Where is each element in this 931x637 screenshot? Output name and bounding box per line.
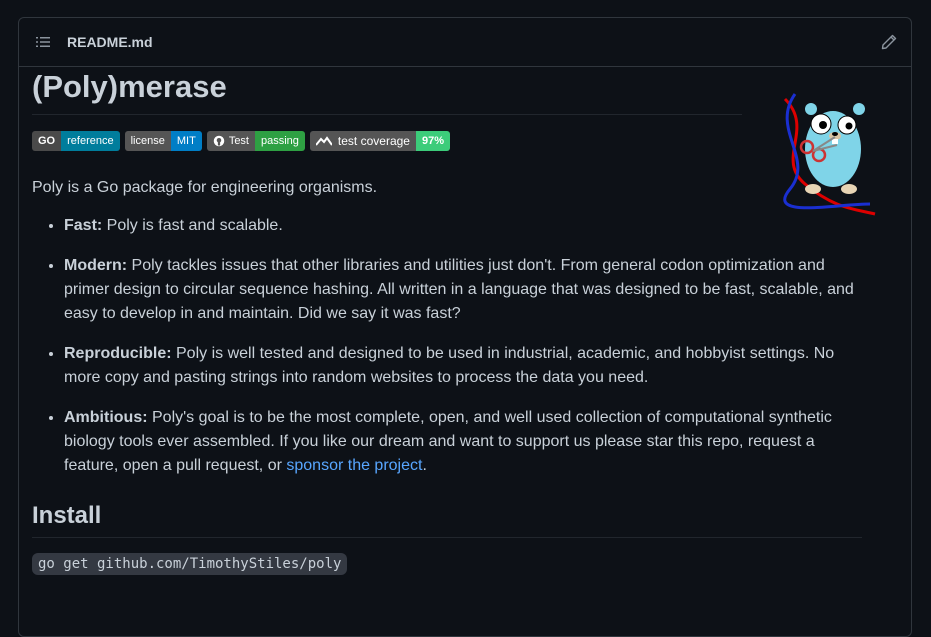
badge-value: passing	[255, 131, 305, 151]
readme-header: README.md	[19, 18, 911, 67]
list-item: Ambitious: Poly's goal is to be the most…	[64, 406, 862, 478]
list-unordered-icon[interactable]	[35, 34, 51, 50]
badge-value: 97%	[415, 131, 450, 151]
feature-text: Poly tackles issues that other libraries…	[64, 257, 854, 322]
github-icon	[213, 135, 225, 147]
feature-label: Fast:	[64, 217, 103, 234]
feature-text-end: .	[422, 457, 427, 474]
install-command[interactable]: go get github.com/TimothyStiles/poly	[32, 553, 348, 575]
feature-label: Reproducible:	[64, 345, 172, 362]
badge-label-text: test coverage	[337, 134, 410, 148]
codeclimate-icon	[315, 136, 332, 146]
install-heading: Install	[32, 501, 862, 538]
badge-label: Test	[206, 131, 255, 151]
feature-text: Poly is fast and scalable.	[102, 217, 283, 234]
file-name: README.md	[67, 34, 153, 50]
gopher-dna-logo	[775, 89, 883, 217]
badge-label-text: Test	[228, 135, 249, 147]
readme-content: (Poly)merase GO reference license MIT Te…	[32, 68, 862, 575]
feature-label: Modern:	[64, 257, 128, 274]
list-item: Reproducible: Poly is well tested and de…	[64, 342, 862, 390]
page-title: (Poly)merase	[32, 68, 742, 115]
intro-text: Poly is a Go package for engineering org…	[32, 179, 378, 196]
go-reference-badge[interactable]: GO reference	[32, 131, 120, 151]
list-item: Modern: Poly tackles issues that other l…	[64, 254, 862, 326]
sponsor-link[interactable]: sponsor the project	[286, 457, 422, 474]
list-item: Fast: Poly is fast and scalable.	[64, 214, 862, 238]
license-badge[interactable]: license MIT	[124, 131, 202, 151]
coverage-badge[interactable]: test coverage 97%	[309, 131, 450, 151]
feature-text: Poly's goal is to be the most complete, …	[64, 409, 832, 474]
badge-row: GO reference license MIT Test passing te…	[32, 131, 862, 151]
badge-label: license	[124, 131, 171, 151]
badge-value: MIT	[170, 131, 202, 151]
feature-text: Poly is well tested and designed to be u…	[64, 345, 835, 386]
pencil-icon[interactable]	[881, 34, 897, 50]
feature-label: Ambitious:	[64, 409, 148, 426]
test-badge[interactable]: Test passing	[206, 131, 305, 151]
badge-value: reference	[61, 131, 120, 151]
badge-label: test coverage	[309, 131, 416, 151]
feature-list: Fast: Poly is fast and scalable. Modern:…	[32, 214, 862, 478]
go-logo-icon: GO	[32, 131, 62, 151]
